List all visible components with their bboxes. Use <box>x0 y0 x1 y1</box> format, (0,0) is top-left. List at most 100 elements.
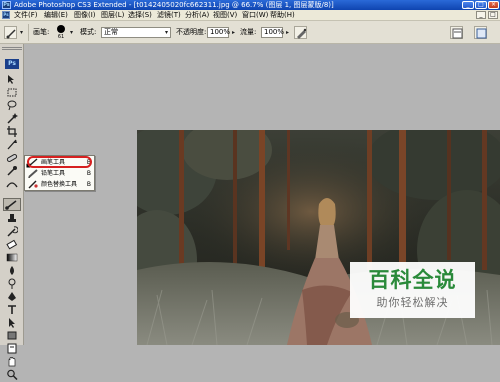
path-selection-tool[interactable] <box>6 317 18 328</box>
menu-layer[interactable]: 图层(L) <box>101 10 124 21</box>
eraser-tool[interactable] <box>6 239 18 250</box>
menu-filter[interactable]: 滤镜(T) <box>157 10 181 21</box>
window-title: Adobe Photoshop CS3 Extended - [t0142405… <box>14 1 334 9</box>
minimize-window-button[interactable]: _ <box>462 1 474 9</box>
brush-tip-icon <box>57 25 65 33</box>
color-replacement-icon <box>28 180 38 189</box>
airbrush-toggle[interactable] <box>294 26 307 39</box>
menu-file[interactable]: 文件(F) <box>14 10 38 21</box>
watermark-subtitle: 助你轻松解决 <box>376 296 449 309</box>
eyedropper-tool[interactable] <box>6 165 18 176</box>
menu-analysis[interactable]: 分析(A) <box>185 10 209 21</box>
separator <box>28 24 29 41</box>
zoom-icon <box>7 369 18 381</box>
crop-tool[interactable] <box>6 126 18 137</box>
watermark-title: 百科全说 <box>368 268 457 292</box>
menu-image[interactable]: 图像(I) <box>74 10 96 21</box>
menu-view[interactable]: 视图(V) <box>213 10 237 21</box>
highlight-ring <box>27 156 92 168</box>
close-window-button[interactable]: × <box>488 1 499 9</box>
healing-brush-tool[interactable] <box>6 152 18 163</box>
type-tool[interactable] <box>6 304 18 315</box>
flow-value: 100% <box>264 28 285 36</box>
shape-tool[interactable] <box>6 330 18 341</box>
flow-input[interactable]: 100% <box>261 27 285 38</box>
chevron-down-icon[interactable]: ▾ <box>163 27 170 38</box>
dodge-tool[interactable] <box>6 278 18 289</box>
pen-icon <box>8 292 16 301</box>
baike-watermark: 百科全说 助你轻松解决 <box>350 262 475 318</box>
gradient-icon <box>6 253 18 262</box>
menu-bar: Ps 文件(F) 编辑(E) 图像(I) 图层(L) 选择(S) 滤镜(T) 分… <box>0 10 500 21</box>
zoom-tool[interactable] <box>6 369 18 381</box>
brush-label: 画笔: <box>33 28 50 36</box>
brushes-palette-button[interactable] <box>450 26 463 39</box>
bandage-icon <box>6 154 18 162</box>
photoshop-app-icon: Ps <box>2 1 11 9</box>
mode-label: 模式: <box>80 28 97 36</box>
menu-help[interactable]: 帮助(H) <box>270 10 295 21</box>
hand-tool[interactable] <box>6 356 18 367</box>
slice-icon <box>7 139 17 150</box>
patch-icon <box>6 182 18 188</box>
flyout-item-label: 颜色替换工具 <box>41 181 78 188</box>
toolbox-grip[interactable] <box>2 47 22 50</box>
marquee-tool[interactable] <box>6 87 18 98</box>
document-minimize-button[interactable]: _ <box>476 11 486 19</box>
title-bar: Ps Adobe Photoshop CS3 Extended - [t0142… <box>0 0 500 10</box>
mode-select[interactable]: 正常 <box>101 27 171 38</box>
workspace-button[interactable] <box>474 26 487 39</box>
pen-tool[interactable] <box>6 291 18 302</box>
flyout-item-pencil-tool[interactable]: 铅笔工具 B <box>27 168 93 179</box>
magic-wand-tool[interactable] <box>6 113 18 124</box>
opacity-input[interactable]: 100% <box>207 27 231 38</box>
chevron-down-icon[interactable]: ▾ <box>68 27 75 38</box>
patch-tool[interactable] <box>6 178 18 189</box>
opacity-label: 不透明度: <box>176 28 207 36</box>
tool-preset-picker[interactable] <box>4 26 17 39</box>
opacity-slider-toggle[interactable]: ▸ <box>230 27 237 38</box>
palette-icon <box>452 28 463 39</box>
lasso-tool[interactable] <box>6 100 18 111</box>
brush-tool[interactable] <box>3 198 21 211</box>
document-icon[interactable]: Ps <box>2 11 10 19</box>
rectangle-shape-icon <box>7 331 17 340</box>
brush-preset-picker[interactable]: 61 <box>55 24 67 42</box>
stamp-icon <box>8 214 16 222</box>
menu-edit[interactable]: 编辑(E) <box>44 10 68 21</box>
blur-tool[interactable] <box>6 265 18 276</box>
flyout-item-label: 铅笔工具 <box>41 170 66 177</box>
options-bar: ▾ 画笔: 61 ▾ 模式: 正常 ▾ 不透明度: 100% ▸ 流量: 100… <box>0 21 500 44</box>
history-brush-tool[interactable] <box>6 226 19 237</box>
flyout-item-color-replacement-tool[interactable]: 颜色替换工具 B <box>27 179 93 190</box>
slice-tool[interactable] <box>6 139 18 150</box>
menu-window[interactable]: 窗口(W) <box>242 10 268 21</box>
move-icon <box>8 75 14 84</box>
brush-tool-flyout-menu: ■ 画笔工具 B 铅笔工具 B 颜色替换工具 B <box>24 155 95 191</box>
eraser-icon <box>6 239 18 250</box>
flyout-item-shortcut: B <box>86 181 91 188</box>
airbrush-icon <box>297 28 307 39</box>
lasso-icon <box>7 100 17 111</box>
path-selection-icon <box>9 318 15 328</box>
history-brush-icon <box>7 226 19 237</box>
mode-select-value: 正常 <box>104 28 118 36</box>
chevron-down-icon[interactable]: ▾ <box>18 27 25 38</box>
magic-wand-icon <box>7 113 18 124</box>
type-icon <box>8 305 16 314</box>
clone-stamp-tool[interactable] <box>6 213 18 224</box>
dodge-icon <box>8 278 16 289</box>
move-tool[interactable] <box>6 74 18 85</box>
flow-slider-toggle[interactable]: ▸ <box>284 27 291 38</box>
flyout-item-shortcut: B <box>86 170 91 177</box>
gradient-tool[interactable] <box>6 252 18 263</box>
eyedropper-icon <box>7 166 17 176</box>
document-restore-button[interactable]: □ <box>488 11 498 19</box>
photoshop-logo[interactable]: Ps <box>5 59 19 69</box>
blur-icon <box>10 266 14 275</box>
menu-select[interactable]: 选择(S) <box>128 10 152 21</box>
opacity-value: 100% <box>210 28 231 36</box>
brush-size-value: 61 <box>57 34 65 40</box>
maximize-window-button[interactable]: □ <box>475 1 487 9</box>
brush-icon <box>5 200 17 210</box>
